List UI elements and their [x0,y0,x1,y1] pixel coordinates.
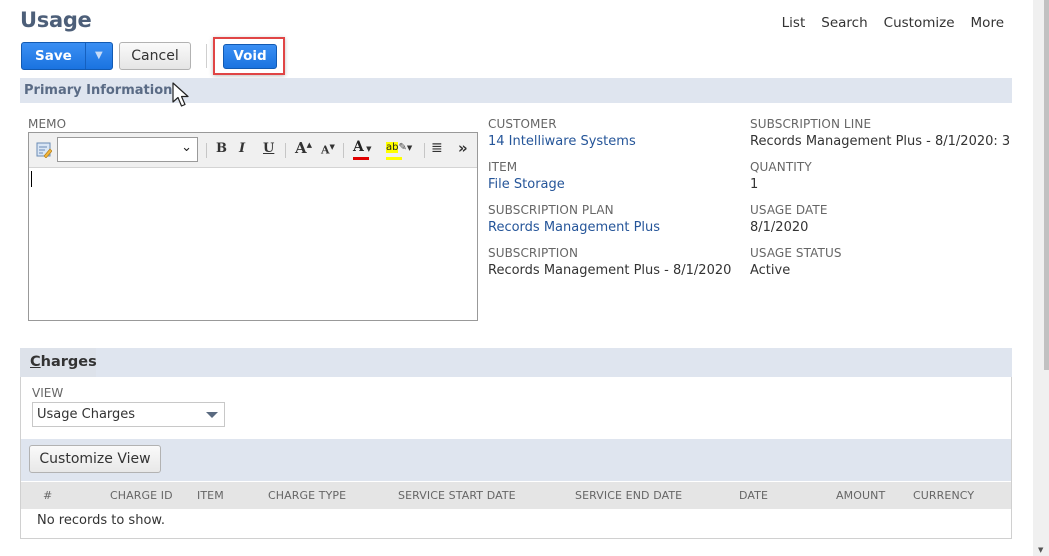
usage-date-value: 8/1/2020 [750,220,809,235]
toolbar-separator [424,143,425,158]
font-select[interactable]: ⌄ [57,137,198,162]
triangle-down-icon: ▼ [94,50,103,61]
column-header-currency[interactable]: CURRENCY [913,489,974,502]
more-link[interactable]: More [971,15,1004,31]
scrollbar-thumb[interactable] [1044,0,1049,370]
tab-charges-label: Charges [30,354,97,370]
save-button-group: Save ▼ [21,42,113,70]
tab-accesskey: C [30,354,41,370]
highlight-color-icon[interactable]: ab✎▼ [386,139,412,160]
primary-information-header[interactable]: Primary Information [20,78,1012,103]
save-menu-button[interactable]: ▼ [84,43,112,69]
header-nav: List Search Customize More [782,15,1004,31]
list-link[interactable]: List [782,15,806,31]
customize-link[interactable]: Customize [884,15,955,31]
page-scrollbar[interactable]: ▼ [1033,0,1049,556]
empty-table-message: No records to show. [37,513,165,528]
edit-source-icon[interactable] [36,142,53,162]
memo-editor[interactable]: ⌄ B I U A▲ A▼ A ▼ ab✎▼ ≣ » [28,132,478,321]
subscription-label: SUBSCRIPTION [488,246,579,260]
charges-panel: VIEW Usage Charges Customize View # CHAR… [20,377,1012,539]
page-title: Usage [20,8,92,32]
charges-tab-bar: Charges [20,348,1012,377]
view-label: VIEW [32,386,64,400]
view-select[interactable]: Usage Charges [32,402,225,427]
column-header-amount[interactable]: AMOUNT [836,489,885,502]
usage-date-label: USAGE DATE [750,203,828,217]
text-color-icon[interactable]: A ▼ [353,139,371,160]
customize-view-bar: Customize View [21,439,1011,481]
void-button[interactable]: Void [223,44,277,69]
column-header-number[interactable]: # [43,489,52,502]
more-icon[interactable]: » [458,139,468,157]
customize-view-button[interactable]: Customize View [29,445,161,473]
action-toolbar: Save ▼ Cancel Void [21,37,285,75]
column-header-date[interactable]: DATE [739,489,768,502]
subscription-line-value: Records Management Plus - 8/1/2020: 3 [750,134,1011,149]
subscription-value: Records Management Plus - 8/1/2020 [488,263,732,278]
dropdown-arrow-icon [206,412,218,418]
text-caret [31,171,32,187]
subscription-plan-label: SUBSCRIPTION PLAN [488,203,614,217]
item-link[interactable]: File Storage [488,177,565,192]
item-label: ITEM [488,160,518,174]
toolbar-separator [343,143,344,158]
italic-icon[interactable]: I [239,141,245,156]
increase-font-icon[interactable]: A▲ [295,139,312,157]
chevron-down-icon: ⌄ [181,140,192,155]
usage-status-label: USAGE STATUS [750,246,842,260]
column-header-charge-type[interactable]: CHARGE TYPE [268,489,346,502]
memo-toolbar: ⌄ B I U A▲ A▼ A ▼ ab✎▼ ≣ » [29,133,477,168]
usage-status-value: Active [750,263,791,278]
underline-icon[interactable]: U [263,141,274,156]
mouse-cursor-icon [172,82,189,107]
tab-label-rest: harges [40,354,97,370]
save-button[interactable]: Save [22,43,85,69]
bold-icon[interactable]: B [216,141,227,156]
align-icon[interactable]: ≣ [431,140,443,156]
toolbar-separator [206,143,207,158]
memo-label: MEMO [28,117,67,131]
quantity-value: 1 [750,177,759,192]
subscription-plan-link[interactable]: Records Management Plus [488,220,660,235]
toolbar-divider [206,44,207,68]
scroll-down-arrow-icon[interactable]: ▼ [1038,546,1043,554]
customer-link[interactable]: 14 Intelliware Systems [488,134,636,149]
toolbar-separator [285,143,286,158]
quantity-label: QUANTITY [750,160,812,174]
section-title: Primary Information [24,83,173,98]
tab-charges[interactable]: Charges [20,348,97,377]
column-header-service-start-date[interactable]: SERVICE START DATE [398,489,516,502]
search-link[interactable]: Search [821,15,867,31]
decrease-font-icon[interactable]: A▼ [321,142,335,157]
column-header-service-end-date[interactable]: SERVICE END DATE [575,489,682,502]
charges-table-header: # CHARGE ID ITEM CHARGE TYPE SERVICE STA… [21,482,1011,509]
cancel-button[interactable]: Cancel [119,42,191,70]
column-header-item[interactable]: ITEM [197,489,224,502]
subscription-line-label: SUBSCRIPTION LINE [750,117,872,131]
void-highlight-box: Void [213,37,285,75]
customer-label: CUSTOMER [488,117,557,131]
column-header-charge-id[interactable]: CHARGE ID [110,489,173,502]
view-select-value: Usage Charges [37,407,136,422]
